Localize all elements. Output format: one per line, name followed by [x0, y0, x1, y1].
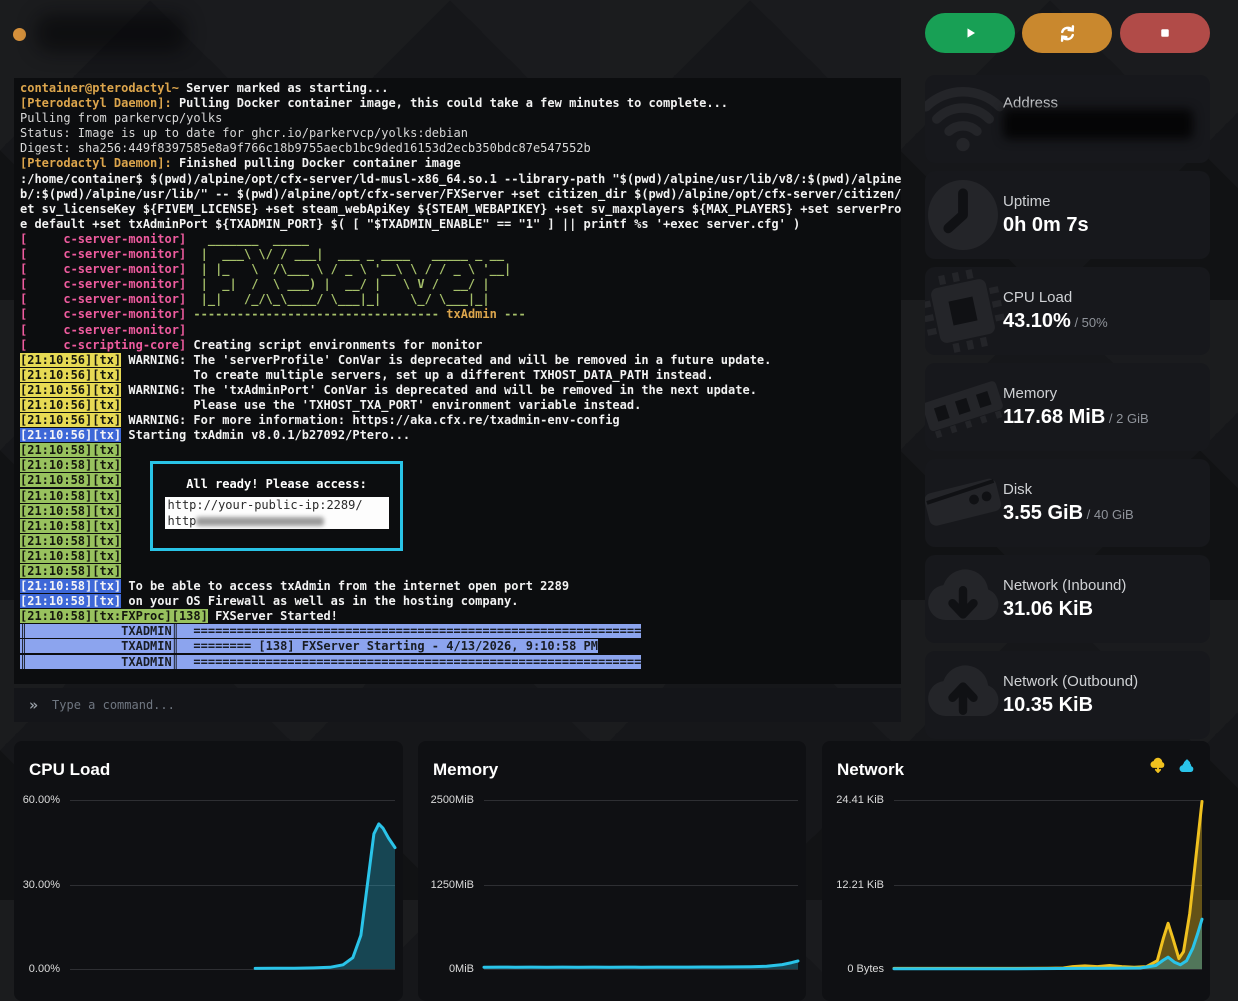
network-chart: Network 24.41 KiB12.21 KiB0 Bytes — [822, 741, 1210, 1001]
console-line: [Pterodactyl Daemon]: Pulling Docker con… — [20, 96, 895, 111]
cpu-load-plot — [14, 741, 403, 973]
cpu-load-chart: CPU Load 60.00%30.00%0.00% — [14, 741, 403, 1001]
stat-value: 117.68 MiB / 2 GiB — [1003, 406, 1149, 429]
cloud-up-icon — [925, 653, 1005, 737]
console-line: ║ TXADMIN║ ======== [138] FXServer Start… — [20, 639, 895, 654]
console-line: [21:10:56][tx] WARNING: For more informa… — [20, 413, 895, 428]
console-lines: container@pterodactyl~ Server marked as … — [20, 81, 895, 670]
stat-value: 0h 0m 7s — [1003, 214, 1089, 237]
start-button[interactable] — [925, 13, 1015, 53]
disk-icon — [925, 459, 1014, 547]
console-line: Status: Image is up to date for ghcr.io/… — [20, 126, 895, 141]
clock-icon — [925, 173, 1005, 257]
restart-icon — [1057, 23, 1078, 44]
stat-card-network-outbound: Network (Outbound) 10.35 KiB — [925, 651, 1210, 739]
cloud-down-icon — [925, 557, 1005, 641]
console-line: [21:10:58][tx] — [20, 564, 895, 579]
stat-value: 10.35 KiB — [1003, 694, 1138, 717]
play-icon — [960, 23, 980, 43]
memory-plot — [418, 741, 806, 973]
memory-line — [484, 961, 798, 967]
server-name-redacted — [36, 14, 186, 52]
memory-chart: Memory 2500MiB1250MiB0MiB — [418, 741, 806, 1001]
console-line: ║ TXADMIN║ =============================… — [20, 624, 895, 639]
stat-label: Network (Outbound) — [1003, 673, 1138, 690]
url-redaction — [196, 517, 324, 526]
console-line: [ c-server-monitor] _______ _____ — [20, 232, 895, 247]
console-line: [ c-scripting-core] Creating script envi… — [20, 338, 895, 353]
server-status-dot — [13, 28, 26, 41]
txadmin-ready-box: All ready! Please access: http://your-pu… — [150, 461, 403, 551]
ready-box-url-1: http://your-public-ip:2289/ — [165, 497, 389, 513]
command-input[interactable] — [52, 698, 752, 712]
console-line: Pulling from parkervcp/yolks — [20, 111, 895, 126]
console-line: [21:10:56][tx] WARNING: The 'txAdminPort… — [20, 383, 895, 398]
console-line: b/:$(pwd)/alpine/usr/lib/" -- $(pwd)/alp… — [20, 187, 895, 202]
stat-label: CPU Load — [1003, 289, 1108, 306]
stat-value: 43.10% / 50% — [1003, 310, 1108, 333]
stat-card-memory: Memory 117.68 MiB / 2 GiB — [925, 363, 1210, 451]
console-line: [21:10:56][tx] Please use the 'TXHOST_TX… — [20, 398, 895, 413]
stat-value: 3.55 GiB / 40 GiB — [1003, 502, 1134, 525]
wifi-icon — [925, 77, 1005, 161]
console-line: e default +set txAdminPort ${TXADMIN_POR… — [20, 217, 895, 232]
console-line: [21:10:56][tx] Starting txAdmin v8.0.1/b… — [20, 428, 895, 443]
console-line: container@pterodactyl~ Server marked as … — [20, 81, 895, 96]
console-line: [21:10:56][tx] To create multiple server… — [20, 368, 895, 383]
command-bar: » — [14, 688, 901, 722]
console-line: [ c-server-monitor] --------------------… — [20, 307, 895, 322]
console-line: [21:10:58][tx] To be able to access txAd… — [20, 579, 895, 594]
cpu-icon — [925, 267, 1013, 355]
console-line: [ c-server-monitor] |_| /_/\_\____/ \___… — [20, 292, 895, 307]
stat-value: 31.06 KiB — [1003, 598, 1126, 621]
stat-card-network-inbound: Network (Inbound) 31.06 KiB — [925, 555, 1210, 643]
console-line: et sv_licenseKey ${FIVEM_LICENSE} +set s… — [20, 202, 895, 217]
stop-button[interactable] — [1120, 13, 1210, 53]
console-line: [21:10:56][tx] WARNING: The 'serverProfi… — [20, 353, 895, 368]
prompt-chevrons-icon: » — [29, 696, 38, 714]
stop-icon — [1155, 23, 1175, 43]
console-line: [21:10:58][tx] — [20, 549, 895, 564]
console-line: ║ TXADMIN║ =============================… — [20, 655, 895, 670]
console-line: [21:10:58][tx] on your OS Firewall as we… — [20, 594, 895, 609]
cpu-load-area — [255, 824, 395, 969]
console-line: [ c-server-monitor] | |_ \ /\___ \ / _ \… — [20, 262, 895, 277]
stat-label: Memory — [1003, 385, 1149, 402]
console-line: :/home/container$ $(pwd)/alpine/opt/cfx-… — [20, 172, 895, 187]
stat-card-disk: Disk 3.55 GiB / 40 GiB — [925, 459, 1210, 547]
address-value-redacted — [1003, 109, 1193, 139]
console-line: [21:10:58][tx] — [20, 443, 895, 458]
stat-label: Network (Inbound) — [1003, 577, 1126, 594]
console-output[interactable]: container@pterodactyl~ Server marked as … — [14, 78, 901, 684]
console-line: [Pterodactyl Daemon]: Finished pulling D… — [20, 156, 895, 171]
stat-card-cpu: CPU Load 43.10% / 50% — [925, 267, 1210, 355]
inbound-line — [894, 802, 1202, 969]
restart-button[interactable] — [1022, 13, 1112, 53]
ready-box-title: All ready! Please access: — [153, 476, 400, 492]
inbound-area — [894, 802, 1202, 970]
console-line: [21:10:58][tx:FXProc][138] FXServer Star… — [20, 609, 895, 624]
stat-label: Disk — [1003, 481, 1134, 498]
stat-card-uptime: Uptime 0h 0m 7s — [925, 171, 1210, 259]
console-line: Digest: sha256:449f8397585e8a9f766c18b97… — [20, 141, 895, 156]
ready-box-url-2: http — [165, 513, 389, 529]
stat-card-address: Address — [925, 75, 1210, 163]
stat-label: Uptime — [1003, 193, 1089, 210]
console-line: [ c-server-monitor] | ___\ \/ / ___| ___… — [20, 247, 895, 262]
console-line: [ c-server-monitor] — [20, 323, 895, 338]
console-line: [ c-server-monitor] | _| / \ ___) | __/ … — [20, 277, 895, 292]
network-plot — [822, 741, 1210, 973]
